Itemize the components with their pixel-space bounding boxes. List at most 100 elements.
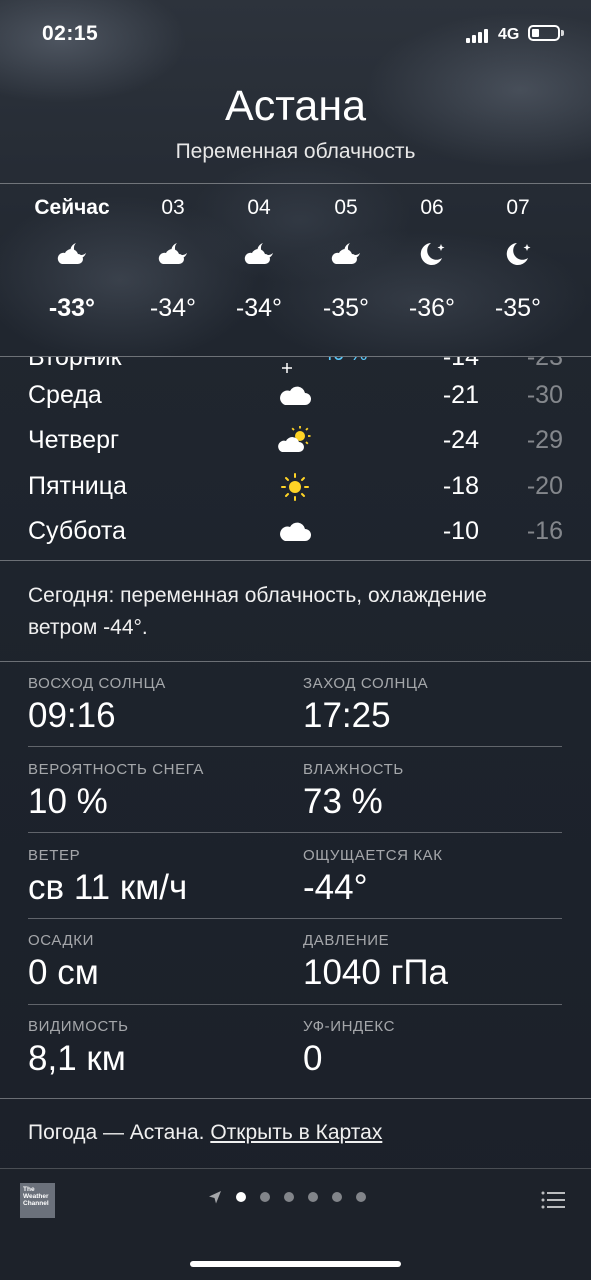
daily-row: Суббота -10 -16 <box>0 511 591 557</box>
partly-sunny-icon <box>277 426 313 456</box>
cloud-moon-icon <box>301 240 391 274</box>
daily-forecast[interactable]: Вторник 40 % -14 -23 Среда -21 -30 Четве… <box>0 357 591 560</box>
snow-chance-value: 10 % <box>28 782 108 821</box>
day-low: -30 <box>526 381 563 409</box>
uv-index-label: УФ-ИНДЕКС <box>303 1018 396 1035</box>
status-time: 02:15 <box>42 22 99 45</box>
page-dot[interactable] <box>356 1192 366 1202</box>
detail-divider <box>28 832 562 833</box>
detail-divider <box>28 918 562 919</box>
day-name: Среда <box>28 381 102 409</box>
moon-stars-icon <box>387 240 477 274</box>
hourly-forecast[interactable]: Сейчас -33° 03 -34° 04 -34° 05 -35° 06 -… <box>0 184 591 356</box>
cloud-icon <box>277 517 313 547</box>
day-high: -18 <box>442 472 479 500</box>
wind-label: ВЕТЕР <box>28 847 81 864</box>
pressure-value: 1040 гПа <box>303 953 448 992</box>
hour-item: 07 -35° <box>473 196 563 323</box>
page-dot[interactable] <box>260 1192 270 1202</box>
cloud-icon <box>277 381 313 411</box>
battery-icon <box>528 25 560 41</box>
humidity-value: 73 % <box>303 782 383 821</box>
hour-item: 03 -34° <box>128 196 218 323</box>
cloud-moon-icon <box>214 240 304 274</box>
current-condition: Переменная облачность <box>175 140 416 163</box>
page-dot[interactable] <box>284 1192 294 1202</box>
day-name: Пятница <box>28 472 127 500</box>
feels-like-label: ОЩУЩАЕТСЯ КАК <box>303 847 443 864</box>
hour-temp: -35° <box>494 294 542 322</box>
detail-divider <box>28 746 562 747</box>
summary-divider <box>0 661 591 662</box>
snow-chance-label: ВЕРОЯТНОСТЬ СНЕГА <box>28 761 205 778</box>
sunset-value: 17:25 <box>303 696 391 735</box>
humidity-label: ВЛАЖНОСТЬ <box>303 761 404 778</box>
cloud-moon-icon <box>128 240 218 274</box>
weather-channel-logo[interactable]: The Weather Channel <box>20 1183 55 1218</box>
page-dot[interactable] <box>308 1192 318 1202</box>
uv-index-value: 0 <box>303 1039 323 1078</box>
precip-chance: 40 % <box>322 357 368 366</box>
visibility-label: ВИДИМОСТЬ <box>28 1018 129 1035</box>
hour-label: 03 <box>161 196 185 219</box>
hour-item: 05 -35° <box>301 196 391 323</box>
feels-like-value: -44° <box>303 868 368 907</box>
day-low: -20 <box>526 472 563 500</box>
sun-icon <box>277 472 313 502</box>
day-name: Вторник <box>28 357 122 371</box>
hour-label: 06 <box>420 196 444 219</box>
hour-temp: -34° <box>149 294 197 322</box>
hour-temp: -36° <box>408 294 456 322</box>
day-low: -29 <box>526 426 563 454</box>
daily-divider <box>0 560 591 561</box>
daily-row: Пятница -18 -20 <box>0 466 591 512</box>
hour-label: Сейчас <box>34 196 110 219</box>
network-type: 4G <box>498 26 520 43</box>
toolbar-divider <box>0 1168 591 1169</box>
day-name: Суббота <box>28 517 126 545</box>
page-indicator[interactable] <box>208 1190 366 1204</box>
battery-tip <box>561 30 564 36</box>
hour-temp: -33° <box>48 294 96 322</box>
details-divider <box>0 1098 591 1099</box>
footer-text: Погода — Астана. <box>28 1121 205 1144</box>
day-low: -16 <box>526 517 563 545</box>
list-icon[interactable] <box>541 1190 565 1215</box>
detail-divider <box>28 1004 562 1005</box>
signal-icon <box>466 28 488 43</box>
moon-stars-icon <box>560 240 591 274</box>
hour-item: 04 -34° <box>214 196 304 323</box>
hour-temp: -3 <box>560 294 591 323</box>
hour-item: 08 -3 <box>560 196 591 323</box>
day-low: -23 <box>526 357 563 371</box>
hour-temp: -35° <box>322 294 370 322</box>
location-arrow-icon <box>208 1190 222 1204</box>
footer-attribution: Погода — Астана. Открыть в Картах <box>28 1121 382 1145</box>
hour-item: Сейчас -33° <box>27 196 117 323</box>
moon-stars-icon <box>473 240 563 274</box>
page-dot[interactable] <box>332 1192 342 1202</box>
cloud-moon-icon <box>27 240 117 274</box>
day-high: -24 <box>442 426 479 454</box>
hour-label: 04 <box>247 196 271 219</box>
hour-label: 07 <box>506 196 530 219</box>
hour-label: 05 <box>334 196 358 219</box>
city-name: Астана <box>225 82 366 130</box>
open-in-maps-link[interactable]: Открыть в Картах <box>210 1121 382 1144</box>
daily-row: Среда -21 -30 <box>0 375 591 421</box>
day-high: -14 <box>442 357 479 371</box>
sunrise-label: ВОСХОД СОЛНЦА <box>28 675 166 692</box>
home-indicator[interactable] <box>190 1261 401 1267</box>
sunrise-value: 09:16 <box>28 696 116 735</box>
pressure-label: ДАВЛЕНИЕ <box>303 932 390 949</box>
page-dot[interactable] <box>236 1192 246 1202</box>
sunset-label: ЗАХОД СОЛНЦА <box>303 675 429 692</box>
hour-temp: -34° <box>235 294 283 322</box>
snow-icon <box>277 357 313 373</box>
day-name: Четверг <box>28 426 120 454</box>
precipitation-label: ОСАДКИ <box>28 932 94 949</box>
hour-label: 08 <box>560 196 591 220</box>
visibility-value: 8,1 км <box>28 1039 126 1078</box>
day-high: -10 <box>442 517 479 545</box>
today-summary: Сегодня: переменная облачность, охлажден… <box>28 584 487 639</box>
